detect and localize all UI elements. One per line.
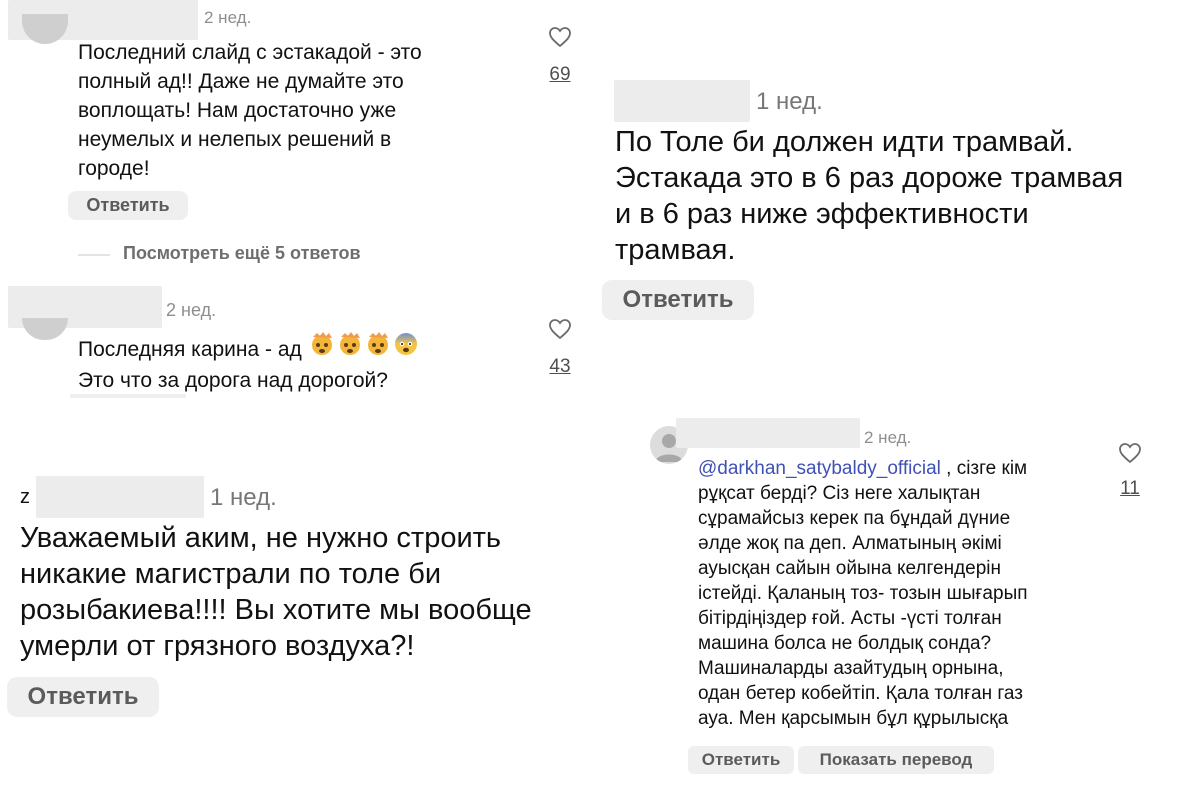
exploding-head-icon	[308, 330, 336, 365]
username-redacted	[676, 418, 860, 448]
comment-line: Последняя карина - ад	[78, 338, 302, 361]
reply-button[interactable]: Ответить	[68, 191, 188, 220]
show-translation-button[interactable]: Показать перевод	[798, 746, 994, 774]
comment-line: розыбакиева!!!! Вы хотите мы вообще	[20, 594, 532, 626]
comment-line: , сізге кім	[940, 458, 1028, 479]
comment-line: Последний слайд с эстакадой - это	[78, 41, 422, 64]
comment-line: полный ад!! Даже не думайте это	[78, 70, 404, 93]
comment-line: неумелых и нелепых решений в	[78, 128, 392, 151]
reply-button[interactable]: Ответить	[7, 677, 159, 717]
comment-line: әлде жоқ па деп. Алматының әкімі	[698, 533, 1002, 554]
comment-text: Уважаемый аким, не нужно строить никакие…	[20, 520, 532, 664]
comment-line: ауа. Мен қарсымын бұл құрылысқа	[698, 708, 1009, 729]
reply-button[interactable]: Ответить	[602, 280, 754, 320]
like-count[interactable]: 11	[1112, 478, 1148, 500]
comment-text: Последний слайд с эстакадой - это полный…	[78, 38, 422, 183]
comment-line: ауысқан сайын ойына келгендерін	[698, 558, 1001, 579]
exploding-head-icon	[364, 330, 392, 365]
comment-time: 2 нед.	[864, 428, 912, 447]
heart-icon[interactable]	[548, 26, 572, 48]
replies-divider	[78, 254, 110, 256]
like-count[interactable]: 69	[542, 64, 578, 86]
like-count[interactable]: 43	[542, 356, 578, 378]
username-redacted	[36, 476, 204, 518]
comment-line: істейді. Қаланың тоз- тозын шығарып	[698, 583, 1028, 604]
comment-line: бітірдіңіздер ғой. Асты -үсті толған	[698, 608, 1002, 629]
comment-line: Это что за дорога над дорогой?	[78, 369, 388, 392]
comment-line: Уважаемый аким, не нужно строить	[20, 522, 502, 554]
reply-button[interactable]: Ответить	[688, 746, 794, 774]
comment-text: По Толе би должен идти трамвай. Эстакада…	[615, 124, 1123, 268]
comment-line: одан бетер кобейтіп. Қала толған газ	[698, 683, 1023, 704]
reply-button-partial	[70, 394, 186, 398]
comment-line: трамвая.	[615, 234, 736, 266]
comment-time: 1 нед.	[210, 484, 277, 511]
comment-time: 2 нед.	[204, 8, 252, 27]
comment-text: Последняя карина - ад Это что за дорога …	[78, 330, 420, 396]
comment-text: @darkhan_satybaldy_official , сізге кім …	[698, 456, 1028, 731]
comment-line: Эстакада это в 6 раз дороже трамвая	[615, 162, 1124, 194]
comment-line: сұрамайсыз керек па бұндай дүние	[698, 508, 1011, 529]
comment-line: По Толе би должен идти трамвай.	[615, 126, 1074, 158]
comment-line: машина болса не болдық сонда?	[698, 633, 992, 654]
mention-link[interactable]: @darkhan_satybaldy_official	[698, 458, 941, 479]
comment-line: умерли от грязного воздуха?!	[20, 630, 415, 662]
heart-icon[interactable]	[548, 318, 572, 340]
comment-line: Машиналарды азайтудың орнына,	[698, 658, 1004, 679]
comment-time: 1 нед.	[756, 88, 823, 115]
fearful-face-icon	[392, 330, 420, 365]
avatar[interactable]	[22, 318, 68, 340]
comment-time: 2 нед.	[166, 300, 217, 320]
heart-icon[interactable]	[1118, 442, 1142, 464]
comment-line: воплощать! Нам достаточно уже	[78, 99, 397, 122]
username-fragment: z	[20, 486, 30, 508]
comment-line: рұқсат берді? Сіз неге халықтан	[698, 483, 981, 504]
comment-line: городе!	[78, 157, 150, 180]
view-more-replies-link[interactable]: Посмотреть ещё 5 ответов	[123, 243, 361, 264]
exploding-head-icon	[336, 330, 364, 365]
username-redacted	[614, 80, 750, 122]
comment-line: и в 6 раз ниже эффективности	[615, 198, 1029, 230]
comment-line: никакие магистрали по толе би	[20, 558, 442, 590]
